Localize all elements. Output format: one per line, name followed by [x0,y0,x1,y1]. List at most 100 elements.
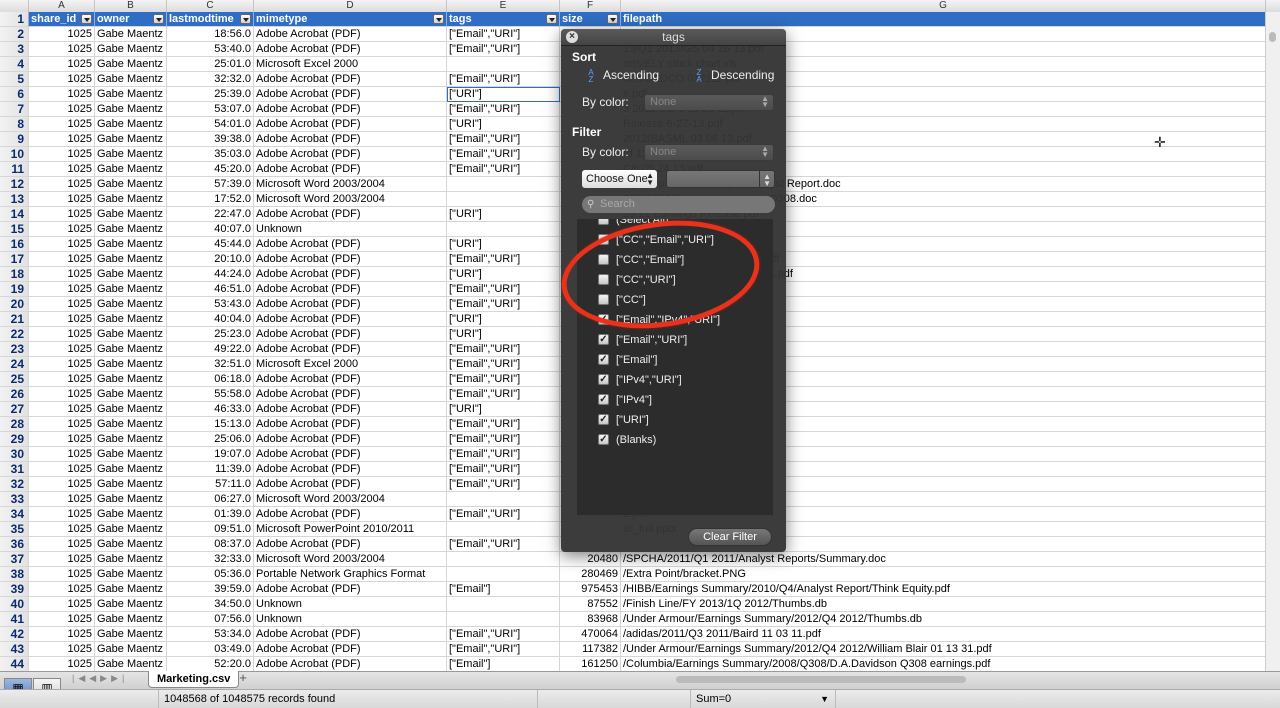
table-cell[interactable]: Gabe Maentz [95,207,167,222]
filter-dropdown-icon[interactable] [546,14,557,24]
filter-list-item[interactable]: ✓ ["Email","URI"] [577,330,773,350]
table-cell[interactable]: ["Email","URI"] [447,252,560,267]
table-cell[interactable]: 470064 [560,627,621,642]
table-cell[interactable]: Gabe Maentz [95,552,167,567]
table-cell[interactable]: 06:18.0 [167,372,254,387]
row-number[interactable]: 27 [0,402,29,417]
table-cell[interactable]: 1025 [29,282,95,297]
table-cell[interactable]: 57:39.0 [167,177,254,192]
row-number[interactable]: 15 [0,222,29,237]
row-number[interactable]: 12 [0,177,29,192]
table-cell[interactable]: Gabe Maentz [95,177,167,192]
table-cell[interactable]: Gabe Maentz [95,222,167,237]
sort-descending-button[interactable]: Z A Descending [691,68,774,83]
table-cell[interactable]: Microsoft Word 2003/2004 [254,552,447,567]
table-cell[interactable]: 32:51.0 [167,357,254,372]
row-number[interactable]: 19 [0,282,29,297]
table-cell[interactable]: Gabe Maentz [95,522,167,537]
table-cell[interactable]: ["URI"] [447,327,560,342]
condition-dropdown[interactable]: Choose One ▲ ▼ [582,170,657,188]
table-cell[interactable]: 1025 [29,117,95,132]
table-cell[interactable]: 34:50.0 [167,597,254,612]
table-cell[interactable]: Adobe Acrobat (PDF) [254,297,447,312]
table-cell[interactable]: 83968 [560,612,621,627]
table-cell[interactable]: 1025 [29,642,95,657]
table-cell[interactable]: 1025 [29,252,95,267]
table-cell[interactable]: 20480 [560,552,621,567]
table-cell[interactable]: Adobe Acrobat (PDF) [254,117,447,132]
row-number[interactable]: 39 [0,582,29,597]
table-cell[interactable]: Adobe Acrobat (PDF) [254,432,447,447]
table-cell[interactable]: Unknown [254,612,447,627]
filter-color-dropdown[interactable]: None ▲ ▼ [644,144,774,161]
table-cell[interactable]: Adobe Acrobat (PDF) [254,372,447,387]
row-number[interactable]: 1 [0,12,29,27]
horizontal-scroll-thumb[interactable] [676,676,966,683]
row-number[interactable]: 31 [0,462,29,477]
row-number[interactable]: 9 [0,132,29,147]
table-cell[interactable]: Adobe Acrobat (PDF) [254,417,447,432]
table-cell[interactable]: Adobe Acrobat (PDF) [254,102,447,117]
table-cell[interactable]: Adobe Acrobat (PDF) [254,327,447,342]
table-cell[interactable]: Adobe Acrobat (PDF) [254,342,447,357]
checkbox-checked-icon[interactable]: ✓ [598,414,609,425]
row-number[interactable]: 40 [0,597,29,612]
table-cell[interactable] [447,597,560,612]
table-cell[interactable]: ["Email"] [447,582,560,597]
table-cell[interactable]: 1025 [29,537,95,552]
table-cell[interactable]: 05:36.0 [167,567,254,582]
sum-dropdown[interactable]: Sum=0 ▼ [690,690,836,708]
table-cell[interactable]: 1025 [29,237,95,252]
table-cell[interactable]: 11:39.0 [167,462,254,477]
table-cell[interactable]: 1025 [29,492,95,507]
table-cell[interactable]: Adobe Acrobat (PDF) [254,387,447,402]
table-cell[interactable]: 17:52.0 [167,192,254,207]
table-cell[interactable]: 1025 [29,87,95,102]
table-cell[interactable]: Gabe Maentz [95,417,167,432]
table-cell[interactable]: 1025 [29,552,95,567]
table-cell[interactable]: ["Email","URI"] [447,507,560,522]
row-number[interactable]: 34 [0,507,29,522]
row-number[interactable]: 10 [0,147,29,162]
column-header-lastmodtime[interactable]: lastmodtime [167,12,254,27]
table-cell[interactable]: 45:20.0 [167,162,254,177]
row-number[interactable]: 8 [0,117,29,132]
filter-dropdown-icon[interactable] [240,14,251,24]
table-cell[interactable]: 46:51.0 [167,282,254,297]
table-cell[interactable]: Gabe Maentz [95,507,167,522]
column-header-filepath[interactable]: filepath [621,12,1266,27]
table-cell[interactable]: ["URI"] [447,117,560,132]
table-cell[interactable]: ["Email","URI"] [447,102,560,117]
table-cell[interactable]: 09:51.0 [167,522,254,537]
table-cell[interactable] [447,177,560,192]
table-cell[interactable]: 1025 [29,267,95,282]
filter-list-item[interactable]: ✓ (Blanks) [577,430,773,450]
table-cell[interactable]: ["Email","URI"] [447,27,560,42]
row-number[interactable]: 35 [0,522,29,537]
table-cell[interactable]: Gabe Maentz [95,237,167,252]
table-cell[interactable]: Microsoft Excel 2000 [254,57,447,72]
table-cell[interactable]: Gabe Maentz [95,567,167,582]
table-cell[interactable]: Gabe Maentz [95,402,167,417]
row-number[interactable]: 2 [0,27,29,42]
table-cell[interactable]: ["URI"] [447,402,560,417]
table-cell[interactable]: 1025 [29,402,95,417]
table-cell[interactable]: 54:01.0 [167,117,254,132]
table-cell[interactable]: Microsoft Word 2003/2004 [254,192,447,207]
table-cell[interactable]: /Extra Point/bracket.PNG [621,567,1266,582]
row-number[interactable]: 26 [0,387,29,402]
column-letter-G[interactable]: G [621,0,1266,12]
row-number[interactable]: 33 [0,492,29,507]
table-cell[interactable]: Microsoft PowerPoint 2010/2011 [254,522,447,537]
row-number[interactable]: 21 [0,312,29,327]
table-cell[interactable]: 1025 [29,447,95,462]
table-cell[interactable]: ["Email","URI"] [447,417,560,432]
table-cell[interactable]: 1025 [29,132,95,147]
row-number[interactable]: 24 [0,357,29,372]
table-cell[interactable]: 1025 [29,627,95,642]
table-cell[interactable]: 1025 [29,357,95,372]
table-cell[interactable]: Gabe Maentz [95,327,167,342]
table-cell[interactable]: /Finish Line/FY 2013/1Q 2012/Thumbs.db [621,597,1266,612]
checkbox-checked-icon[interactable]: ✓ [598,374,609,385]
table-cell[interactable]: Adobe Acrobat (PDF) [254,267,447,282]
